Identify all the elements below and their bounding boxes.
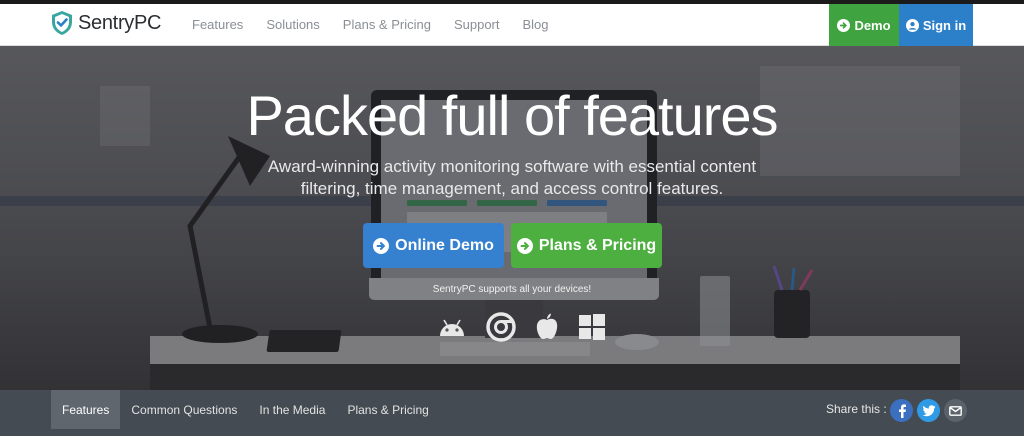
nav-link-blog[interactable]: Blog bbox=[523, 17, 549, 32]
android-icon bbox=[440, 319, 464, 336]
twitter-icon bbox=[921, 404, 935, 416]
facebook-icon bbox=[898, 403, 906, 418]
demo-button-label: Demo bbox=[854, 17, 891, 33]
demo-button[interactable]: Demo bbox=[829, 4, 899, 46]
shield-check-icon bbox=[52, 11, 72, 35]
nav-link-support[interactable]: Support bbox=[454, 17, 500, 32]
facebook-share-button[interactable] bbox=[890, 399, 913, 422]
user-circle-icon bbox=[905, 18, 919, 32]
device-icons bbox=[436, 312, 606, 342]
chrome-icon bbox=[486, 312, 516, 342]
arrow-circle-right-icon bbox=[373, 237, 390, 254]
arrow-circle-right-icon bbox=[516, 237, 533, 254]
supports-devices-text: SentryPC supports all your devices! bbox=[432, 284, 592, 295]
plans-pricing-button[interactable]: Plans & Pricing bbox=[511, 223, 662, 268]
twitter-share-button[interactable] bbox=[917, 399, 940, 422]
nav-link-plans-pricing[interactable]: Plans & Pricing bbox=[343, 17, 431, 32]
features-subnav: Features Common Questions In the Media P… bbox=[0, 390, 1024, 436]
email-icon bbox=[949, 405, 962, 416]
nav-link-features[interactable]: Features bbox=[192, 17, 243, 32]
subnav-item-plans-pricing[interactable]: Plans & Pricing bbox=[336, 390, 439, 429]
hero-section: Packed full of features Award-winning ac… bbox=[0, 46, 1024, 390]
signin-button[interactable]: Sign in bbox=[899, 4, 973, 46]
hero-subtitle: Award-winning activity monitoring softwa… bbox=[267, 157, 757, 198]
online-demo-label: Online Demo bbox=[395, 236, 494, 254]
subnav-item-features[interactable]: Features bbox=[51, 390, 121, 429]
share-label: Share this : bbox=[826, 402, 887, 416]
nav-link-solutions[interactable]: Solutions bbox=[266, 17, 319, 32]
online-demo-button[interactable]: Online Demo bbox=[363, 223, 504, 268]
plans-pricing-label: Plans & Pricing bbox=[538, 236, 657, 254]
brand-logo[interactable]: SentryPC bbox=[50, 10, 161, 36]
signin-button-label: Sign in bbox=[922, 17, 967, 33]
subnav-item-common-questions[interactable]: Common Questions bbox=[120, 390, 248, 429]
hero-headline: Packed full of features bbox=[246, 84, 778, 147]
windows-icon bbox=[579, 314, 605, 340]
email-share-button[interactable] bbox=[944, 399, 967, 422]
subnav-item-in-the-media[interactable]: In the Media bbox=[248, 390, 336, 429]
main-nav: Features Solutions Plans & Pricing Suppo… bbox=[192, 17, 549, 32]
share-icons bbox=[890, 399, 967, 422]
subnav-items: Features Common Questions In the Media P… bbox=[51, 390, 440, 429]
arrow-circle-right-icon bbox=[837, 18, 851, 32]
apple-icon bbox=[536, 313, 558, 339]
brand-name: SentryPC bbox=[78, 11, 162, 34]
